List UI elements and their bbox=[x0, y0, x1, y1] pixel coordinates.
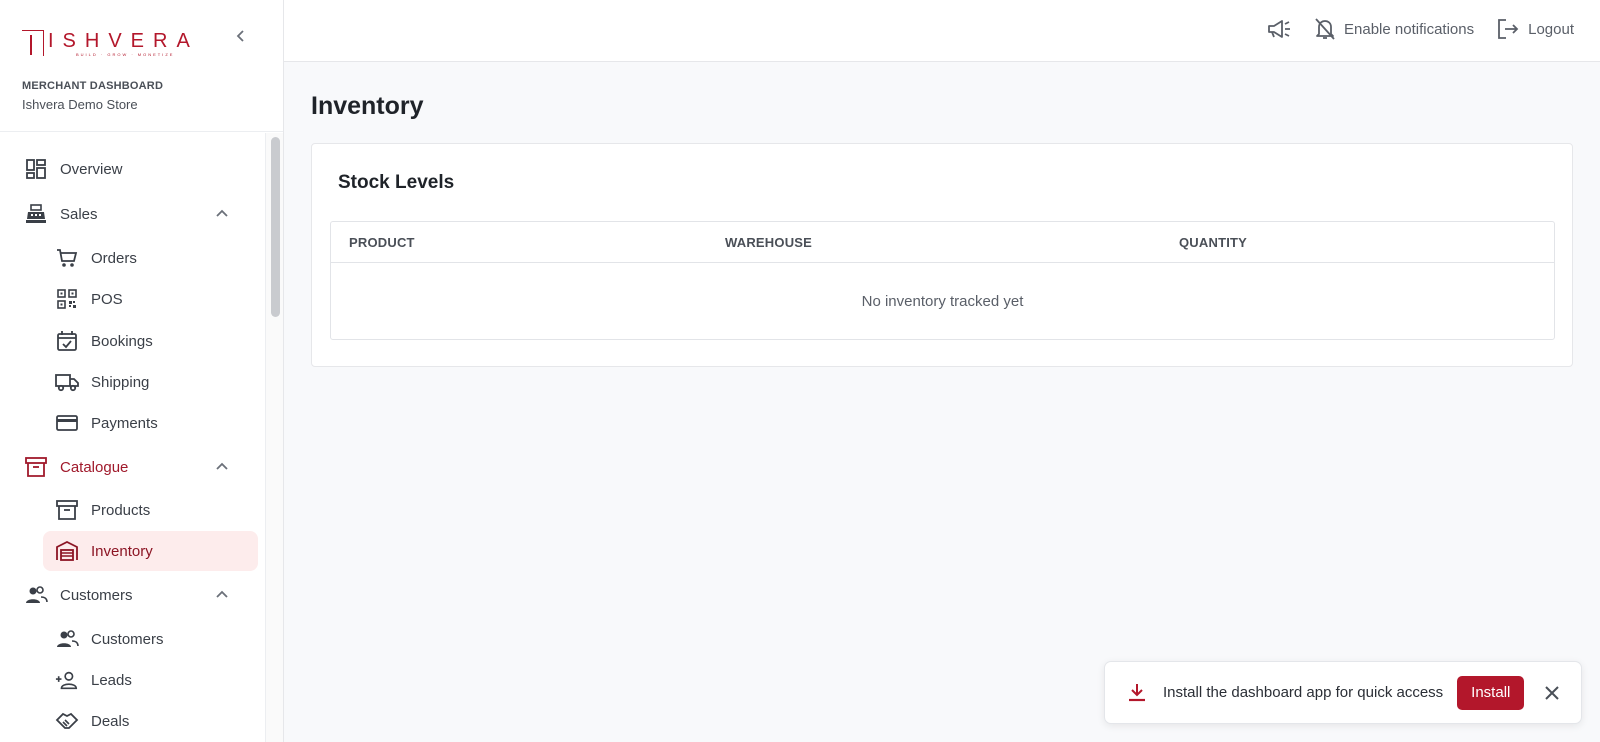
topbar-actions: Enable notifications Logout bbox=[1266, 17, 1574, 41]
sidebar-item-shipping[interactable]: Shipping bbox=[43, 362, 258, 402]
inventory-table: PRODUCT WAREHOUSE QUANTITY No inventory … bbox=[330, 221, 1555, 340]
sidebar-item-label: Overview bbox=[60, 160, 123, 178]
sidebar-item-label: Bookings bbox=[91, 332, 153, 350]
enable-notifications-button[interactable]: Enable notifications bbox=[1314, 17, 1474, 41]
sidebar-item-label: Sales bbox=[60, 205, 98, 223]
credit-card-icon bbox=[55, 411, 79, 435]
table-header: PRODUCT WAREHOUSE QUANTITY bbox=[331, 222, 1554, 263]
logo-mark bbox=[22, 30, 44, 56]
sidebar-scrollbar[interactable] bbox=[265, 133, 283, 742]
megaphone-icon bbox=[1268, 20, 1291, 38]
sidebar-item-overview[interactable]: Overview bbox=[0, 149, 258, 189]
handshake-icon bbox=[55, 709, 79, 733]
sidebar-item-bookings[interactable]: Bookings bbox=[43, 321, 258, 361]
sidebar-item-payments[interactable]: Payments bbox=[43, 403, 258, 443]
sidebar-item-products[interactable]: Products bbox=[43, 490, 258, 530]
logo-tagline: BUILD · GROW · MONETIZE bbox=[76, 52, 175, 57]
dashboard-icon bbox=[24, 157, 48, 181]
cart-icon bbox=[55, 246, 79, 270]
page-title: Inventory bbox=[311, 92, 424, 120]
install-button[interactable]: Install bbox=[1457, 675, 1525, 710]
calendar-check-icon bbox=[55, 329, 79, 353]
sidebar-item-label: Customers bbox=[60, 586, 133, 604]
chevron-up-icon[interactable] bbox=[210, 583, 234, 607]
store-name: Ishvera Demo Store bbox=[22, 97, 138, 112]
sidebar-item-leads[interactable]: Leads bbox=[43, 660, 258, 700]
sidebar-item-label: Deals bbox=[91, 712, 130, 730]
column-header-warehouse[interactable]: WAREHOUSE bbox=[725, 235, 812, 250]
archive-box-icon bbox=[24, 455, 48, 479]
warehouse-icon bbox=[55, 539, 79, 563]
logout-icon bbox=[1498, 19, 1519, 39]
card-title: Stock Levels bbox=[338, 172, 455, 193]
sidebar-item-label: Orders bbox=[91, 249, 137, 267]
empty-state-text: No inventory tracked yet bbox=[861, 292, 1024, 310]
topbar: Enable notifications Logout bbox=[284, 0, 1600, 62]
add-person-icon bbox=[55, 668, 79, 692]
logo-wordmark: ISHVERA bbox=[48, 30, 199, 52]
enable-notifications-label: Enable notifications bbox=[1344, 20, 1475, 38]
sidebar-item-pos[interactable]: POS bbox=[43, 279, 258, 319]
chevron-up-icon[interactable] bbox=[210, 202, 234, 226]
sidebar-item-customers-group[interactable]: Customers bbox=[0, 575, 258, 615]
sidebar-item-inventory[interactable]: Inventory bbox=[43, 531, 258, 571]
sidebar-item-label: Catalogue bbox=[60, 458, 129, 476]
archive-box-icon bbox=[55, 498, 79, 522]
announcements-button[interactable] bbox=[1266, 17, 1292, 41]
bell-off-icon bbox=[1315, 18, 1335, 40]
truck-icon bbox=[55, 370, 79, 394]
sidebar-item-label: Products bbox=[91, 501, 151, 519]
sidebar-item-label: Leads bbox=[91, 671, 132, 689]
sidebar-item-label: Inventory bbox=[91, 542, 153, 560]
sidebar-nav: Overview Sales Orders POS Bookings Shipp… bbox=[0, 133, 266, 742]
install-banner-text: Install the dashboard app for quick acce… bbox=[1163, 684, 1444, 701]
sidebar: ISHVERA BUILD · GROW · MONETIZE MERCHANT… bbox=[0, 0, 284, 742]
brand-header: ISHVERA BUILD · GROW · MONETIZE MERCHANT… bbox=[0, 0, 283, 132]
sidebar-item-label: Shipping bbox=[91, 373, 150, 391]
download-icon bbox=[1125, 681, 1149, 705]
close-icon[interactable] bbox=[1540, 681, 1564, 705]
dashboard-label: MERCHANT DASHBOARD bbox=[22, 80, 164, 92]
column-header-product[interactable]: PRODUCT bbox=[349, 235, 415, 250]
people-icon bbox=[55, 627, 79, 651]
sidebar-item-customers[interactable]: Customers bbox=[43, 619, 258, 659]
stock-levels-card: Stock Levels PRODUCT WAREHOUSE QUANTITY … bbox=[311, 143, 1573, 367]
sidebar-item-sales[interactable]: Sales bbox=[0, 194, 258, 234]
chevron-left-icon bbox=[236, 30, 244, 42]
cash-register-icon bbox=[24, 202, 48, 226]
collapse-sidebar-button[interactable] bbox=[229, 24, 253, 48]
logout-button[interactable]: Logout bbox=[1496, 17, 1574, 41]
sidebar-item-label: Customers bbox=[91, 630, 164, 648]
sidebar-scrollbar-thumb[interactable] bbox=[271, 137, 280, 317]
sidebar-item-label: POS bbox=[91, 290, 123, 308]
sidebar-item-label: Payments bbox=[91, 414, 158, 432]
column-header-quantity[interactable]: QUANTITY bbox=[1179, 235, 1247, 250]
empty-state-row: No inventory tracked yet bbox=[331, 263, 1554, 339]
sidebar-item-orders[interactable]: Orders bbox=[43, 238, 258, 278]
chevron-up-icon[interactable] bbox=[210, 455, 234, 479]
qr-code-icon bbox=[55, 287, 79, 311]
people-icon bbox=[24, 583, 48, 607]
sidebar-item-catalogue[interactable]: Catalogue bbox=[0, 447, 258, 487]
logout-label: Logout bbox=[1528, 20, 1574, 38]
install-app-banner: Install the dashboard app for quick acce… bbox=[1104, 661, 1582, 724]
sidebar-item-deals[interactable]: Deals bbox=[43, 701, 258, 741]
